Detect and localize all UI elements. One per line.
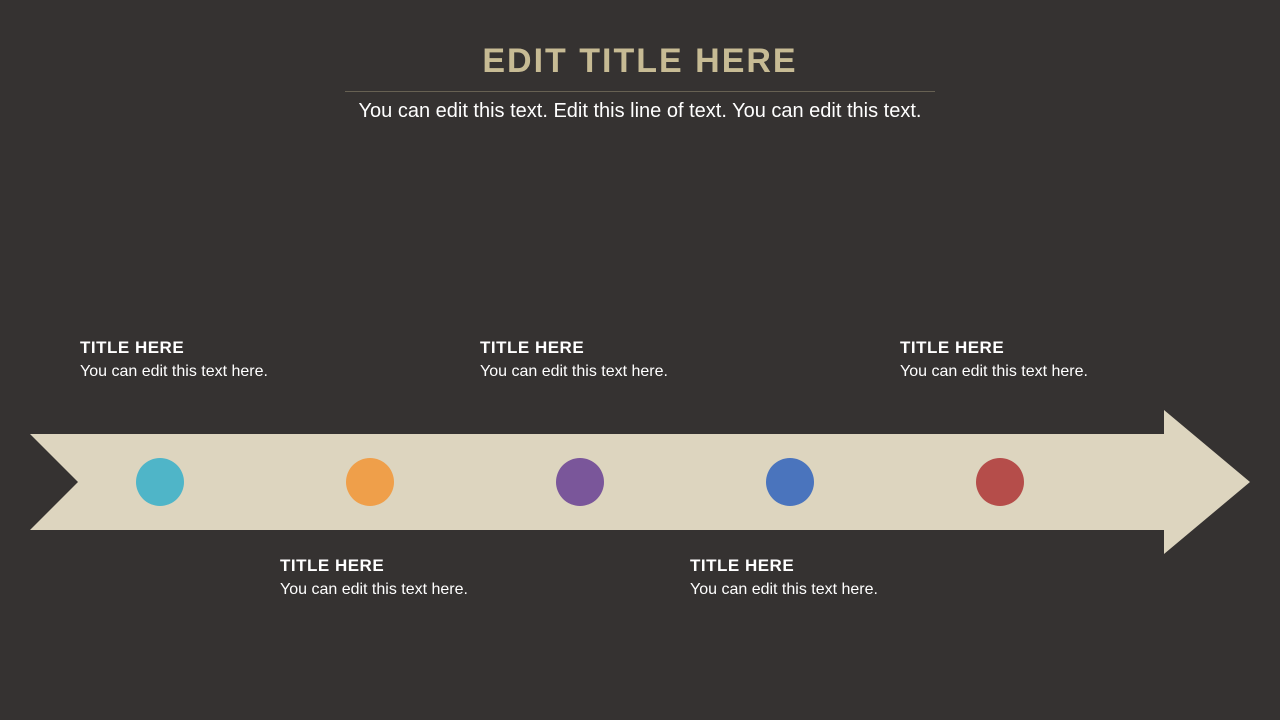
step-title[interactable]: TITLE HERE [80, 338, 270, 358]
step-body[interactable]: You can edit this text here. [690, 580, 880, 600]
timeline-step-3[interactable]: TITLE HERE You can edit this text here. [480, 338, 670, 382]
arrow-polygon [30, 410, 1250, 554]
timeline-dot-1[interactable] [136, 458, 184, 506]
step-title[interactable]: TITLE HERE [280, 556, 470, 576]
step-title[interactable]: TITLE HERE [480, 338, 670, 358]
timeline-step-2[interactable]: TITLE HERE You can edit this text here. [280, 556, 470, 600]
step-body[interactable]: You can edit this text here. [280, 580, 470, 600]
slide-subtitle[interactable]: You can edit this text. Edit this line o… [0, 100, 1280, 123]
timeline-step-4[interactable]: TITLE HERE You can edit this text here. [690, 556, 880, 600]
arrow-shape[interactable] [30, 434, 1250, 530]
timeline-step-1[interactable]: TITLE HERE You can edit this text here. [80, 338, 270, 382]
timeline-dot-4[interactable] [766, 458, 814, 506]
step-body[interactable]: You can edit this text here. [900, 362, 1090, 382]
slide-title[interactable]: EDIT TITLE HERE [0, 42, 1280, 81]
timeline-dot-2[interactable] [346, 458, 394, 506]
title-divider [345, 91, 935, 92]
timeline-dot-3[interactable] [556, 458, 604, 506]
timeline-arrow [30, 434, 1250, 530]
step-body[interactable]: You can edit this text here. [480, 362, 670, 382]
step-body[interactable]: You can edit this text here. [80, 362, 270, 382]
timeline-dot-5[interactable] [976, 458, 1024, 506]
timeline-step-5[interactable]: TITLE HERE You can edit this text here. [900, 338, 1090, 382]
step-title[interactable]: TITLE HERE [690, 556, 880, 576]
step-title[interactable]: TITLE HERE [900, 338, 1090, 358]
